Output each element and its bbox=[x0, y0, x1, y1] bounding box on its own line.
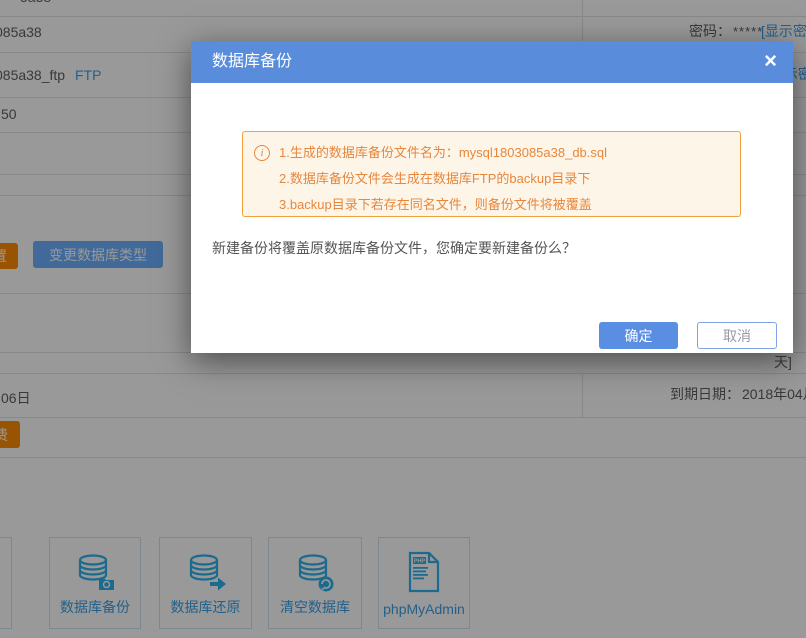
close-icon[interactable]: × bbox=[764, 41, 777, 81]
page-root: 5a38 085a38 085a38_ftp FTP 50 密码： ***** … bbox=[0, 0, 806, 638]
confirm-button[interactable]: 确定 bbox=[599, 322, 678, 349]
dialog-header: 数据库备份 × bbox=[191, 41, 793, 83]
confirm-message: 新建备份将覆盖原数据库备份文件，您确定要新建备份么？ bbox=[212, 238, 576, 258]
notice-line-3: 3.backup目录下若存在同名文件，则备份文件将被覆盖 bbox=[279, 192, 607, 218]
cancel-button[interactable]: 取消 bbox=[697, 322, 777, 349]
dialog-title: 数据库备份 bbox=[212, 41, 292, 83]
database-backup-dialog: 数据库备份 × i 1.生成的数据库备份文件名为：mysql1803085a38… bbox=[191, 41, 793, 353]
notice-box: i 1.生成的数据库备份文件名为：mysql1803085a38_db.sql … bbox=[242, 131, 741, 217]
info-icon: i bbox=[254, 145, 270, 161]
notice-line-1: 1.生成的数据库备份文件名为：mysql1803085a38_db.sql bbox=[279, 140, 607, 166]
notice-line-2: 2.数据库备份文件会生成在数据库FTP的backup目录下 bbox=[279, 166, 607, 192]
notice-lines: 1.生成的数据库备份文件名为：mysql1803085a38_db.sql 2.… bbox=[279, 140, 607, 218]
